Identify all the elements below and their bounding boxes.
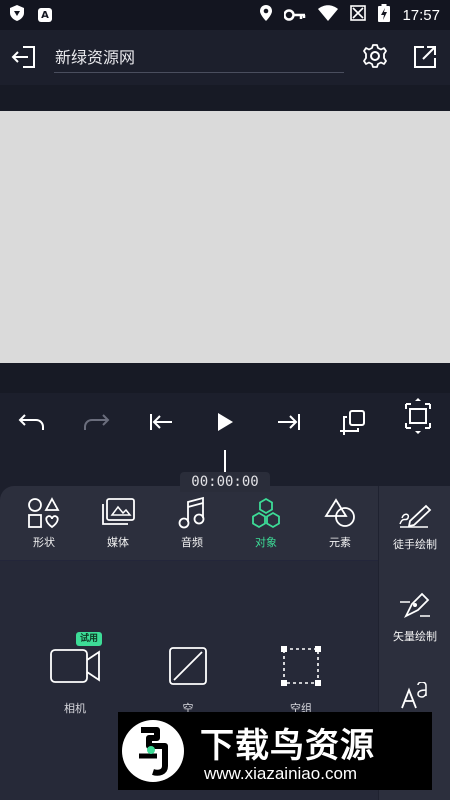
watermark-title: 下载鸟资源 <box>200 726 375 766</box>
gear-icon[interactable] <box>362 43 388 69</box>
tab-label: 对象 <box>255 536 277 549</box>
status-time: 17:57 <box>402 6 440 24</box>
freehand-pen-icon <box>398 504 432 532</box>
playhead[interactable] <box>224 450 226 474</box>
text-icon <box>400 681 430 714</box>
hexagons-icon <box>248 496 284 530</box>
key-icon <box>283 6 306 25</box>
object-label: 相机 <box>64 702 86 715</box>
transport-controls <box>0 393 450 451</box>
camera-object[interactable]: 相机 <box>30 646 120 716</box>
redo-icon[interactable] <box>80 407 112 437</box>
null-object[interactable]: 空 <box>143 646 233 716</box>
share-icon[interactable] <box>412 44 438 70</box>
timecode: 00:00:00 <box>180 472 270 492</box>
tab-label: 形状 <box>33 536 55 549</box>
tab-shapes[interactable]: 形状 <box>14 496 74 556</box>
trial-badge: 试用 <box>76 632 102 646</box>
vector-draw-button[interactable]: 矢量绘制 <box>379 590 450 644</box>
music-note-icon <box>174 496 210 530</box>
null-object-icon <box>168 646 208 690</box>
tab-objects[interactable]: 对象 <box>236 496 296 556</box>
exit-icon[interactable] <box>10 42 40 72</box>
shield-icon <box>10 5 24 25</box>
location-icon <box>260 5 273 25</box>
watermark: 下载鸟资源 www.xiazainiao.com <box>118 712 432 790</box>
skip-end-icon[interactable] <box>273 407 305 437</box>
canvas-spacer <box>0 363 450 393</box>
title-underline <box>54 72 344 73</box>
shapes-icon <box>26 496 62 530</box>
canvas-preview[interactable] <box>0 111 450 363</box>
tab-label: 媒体 <box>107 536 129 549</box>
side-tool-label: 矢量绘制 <box>393 630 437 643</box>
no-sim-icon <box>350 5 367 25</box>
empty-group-icon <box>281 646 321 690</box>
fit-icon[interactable] <box>402 398 434 434</box>
tab-media[interactable]: 媒体 <box>88 496 148 556</box>
elements-icon <box>322 496 358 530</box>
category-tabs: 形状 媒体 音频 对象 元素 <box>0 486 378 560</box>
app-header: 新绿资源网 <box>0 30 450 85</box>
tab-elements[interactable]: 元素 <box>310 496 370 556</box>
a-box-icon: A <box>38 8 52 22</box>
duplicate-icon[interactable] <box>337 407 369 437</box>
watermark-url: www.xiazainiao.com <box>204 764 358 783</box>
bird-logo <box>122 720 184 782</box>
side-tool-label: 徒手绘制 <box>393 538 437 551</box>
empty-group-object[interactable]: 空组 <box>256 646 346 716</box>
tab-audio[interactable]: 音频 <box>162 496 222 556</box>
text-tool-button[interactable] <box>379 681 450 714</box>
battery-icon <box>378 4 391 26</box>
wifi-icon <box>318 5 339 25</box>
play-icon[interactable] <box>209 407 241 437</box>
vector-pen-icon <box>398 590 432 624</box>
camera-icon <box>49 646 101 690</box>
freehand-draw-button[interactable]: 徒手绘制 <box>379 504 450 552</box>
tab-label: 元素 <box>329 536 351 549</box>
media-icon <box>100 496 136 530</box>
tab-label: 音频 <box>181 536 203 549</box>
status-bar: A 17:57 <box>0 0 450 30</box>
header-spacer <box>0 85 450 111</box>
skip-start-icon[interactable] <box>145 407 177 437</box>
project-title[interactable]: 新绿资源网 <box>55 44 135 68</box>
undo-icon[interactable] <box>16 407 48 437</box>
